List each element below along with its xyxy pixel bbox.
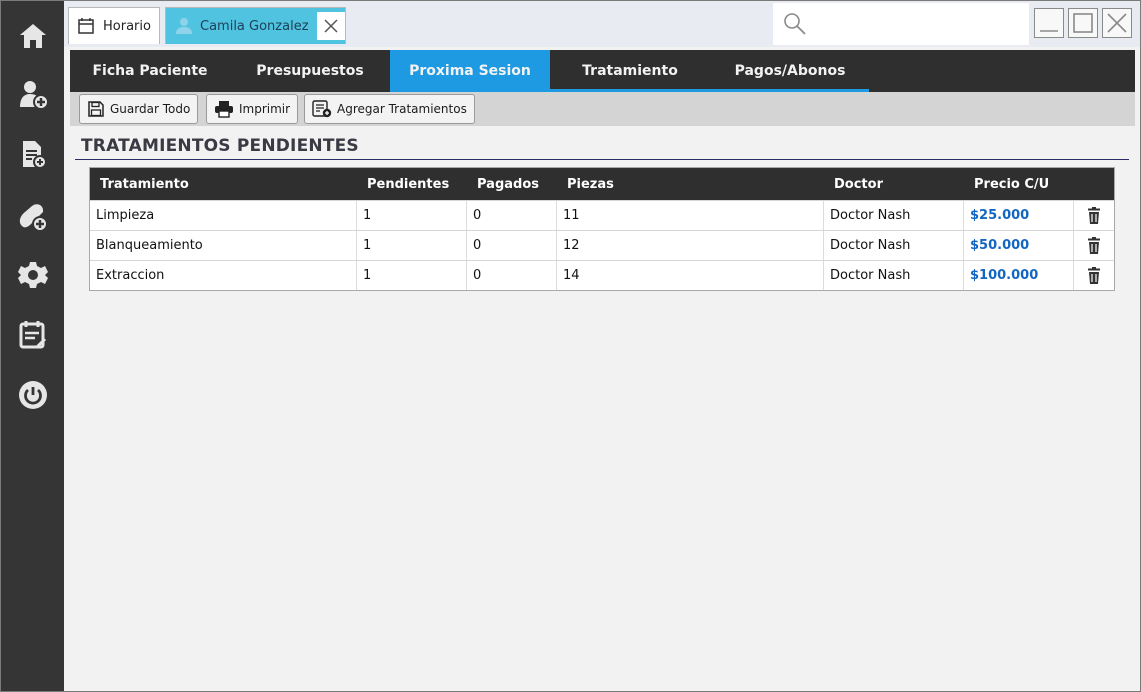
cell-doctor: Doctor Nash xyxy=(824,201,964,230)
cell-pagados: 0 xyxy=(467,261,557,290)
cell-precio: $25.000 xyxy=(964,201,1074,230)
cell-tratamiento: Blanqueamiento xyxy=(90,231,357,260)
cell-piezas: 11 xyxy=(557,201,824,230)
cell-pagados: 0 xyxy=(467,201,557,230)
cell-pendientes: 1 xyxy=(357,261,467,290)
add-document-icon[interactable] xyxy=(14,135,52,173)
tab-presupuestos[interactable]: Presupuestos xyxy=(230,50,390,92)
cell-tratamiento: Limpieza xyxy=(90,201,357,230)
add-treatments-label: Agregar Tratamientos xyxy=(337,102,467,116)
trash-icon xyxy=(1088,266,1100,284)
cell-doctor: Doctor Nash xyxy=(824,231,964,260)
printer-icon xyxy=(215,101,233,118)
module-nav: Ficha Paciente Presupuestos Proxima Sesi… xyxy=(70,50,1135,92)
column-header-precio[interactable]: Precio C/U xyxy=(964,168,1074,200)
save-all-button[interactable]: Guardar Todo xyxy=(79,94,199,124)
table-row[interactable]: Extraccion 1 0 14 Doctor Nash $100.000 xyxy=(90,260,1114,290)
cell-pendientes: 1 xyxy=(357,231,467,260)
print-button[interactable]: Imprimir xyxy=(206,94,299,124)
trash-icon xyxy=(1088,206,1100,224)
close-icon xyxy=(1107,13,1127,33)
calendar-icon xyxy=(78,18,94,34)
close-tab-button[interactable] xyxy=(317,12,345,40)
delete-row-button[interactable] xyxy=(1074,261,1114,290)
cell-doctor: Doctor Nash xyxy=(824,261,964,290)
add-treatment-icon[interactable] xyxy=(14,197,52,235)
maximize-icon xyxy=(1073,13,1093,33)
cell-precio: $50.000 xyxy=(964,231,1074,260)
column-header-pendientes[interactable]: Pendientes xyxy=(357,168,467,200)
cell-precio: $100.000 xyxy=(964,261,1074,290)
pending-treatments-table: Tratamiento Pendientes Pagados Piezas Do… xyxy=(89,167,1115,291)
maximize-button[interactable] xyxy=(1068,8,1098,38)
add-treatments-button[interactable]: Agregar Tratamientos xyxy=(304,94,475,124)
cell-piezas: 12 xyxy=(557,231,824,260)
cell-piezas: 14 xyxy=(557,261,824,290)
app-window: Horario Camila Gonzalez Ficha Paciente P… xyxy=(0,0,1141,692)
add-patient-icon[interactable] xyxy=(14,75,52,113)
search-input[interactable] xyxy=(773,3,1029,45)
tab-patient-label: Camila Gonzalez xyxy=(200,18,309,34)
trash-icon xyxy=(1088,236,1100,254)
cell-tratamiento: Extraccion xyxy=(90,261,357,290)
delete-row-button[interactable] xyxy=(1074,201,1114,230)
save-all-label: Guardar Todo xyxy=(110,102,191,116)
add-list-icon xyxy=(312,100,332,118)
section-divider xyxy=(75,159,1129,160)
column-header-tratamiento[interactable]: Tratamiento xyxy=(90,168,357,200)
close-icon xyxy=(324,19,338,33)
close-window-button[interactable] xyxy=(1102,8,1132,38)
minimize-button[interactable] xyxy=(1034,8,1064,38)
print-label: Imprimir xyxy=(239,102,291,116)
tab-horario[interactable]: Horario xyxy=(68,7,160,44)
search-icon xyxy=(784,13,806,35)
person-icon xyxy=(176,18,192,34)
settings-gear-icon[interactable] xyxy=(14,256,52,294)
tab-strip: Horario Camila Gonzalez xyxy=(64,1,1140,47)
save-icon xyxy=(88,101,104,117)
tab-horario-label: Horario xyxy=(103,18,151,34)
column-header-pagados[interactable]: Pagados xyxy=(467,168,557,200)
section-title: TRATAMIENTOS PENDIENTES xyxy=(81,136,359,156)
tab-proxima-sesion[interactable]: Proxima Sesion xyxy=(390,50,550,92)
cell-pagados: 0 xyxy=(467,231,557,260)
tab-ficha-paciente[interactable]: Ficha Paciente xyxy=(70,50,230,92)
power-icon[interactable] xyxy=(14,376,52,414)
table-row[interactable]: Limpieza 1 0 11 Doctor Nash $25.000 xyxy=(90,200,1114,230)
home-icon[interactable] xyxy=(14,17,52,55)
cell-pendientes: 1 xyxy=(357,201,467,230)
minimize-icon xyxy=(1040,30,1058,32)
tab-pagos-abonos[interactable]: Pagos/Abonos xyxy=(710,50,870,92)
column-header-piezas[interactable]: Piezas xyxy=(557,168,824,200)
delete-row-button[interactable] xyxy=(1074,231,1114,260)
toolbar: Guardar Todo Imprimir Agregar Tratamient… xyxy=(70,92,1135,126)
sidebar xyxy=(1,1,64,691)
table-header: Tratamiento Pendientes Pagados Piezas Do… xyxy=(90,168,1114,200)
tab-patient[interactable]: Camila Gonzalez xyxy=(165,7,346,44)
column-header-actions xyxy=(1074,168,1114,200)
table-row[interactable]: Blanqueamiento 1 0 12 Doctor Nash $50.00… xyxy=(90,230,1114,260)
schedule-edit-icon[interactable] xyxy=(14,316,52,354)
tab-tratamiento[interactable]: Tratamiento xyxy=(550,50,710,92)
column-header-doctor[interactable]: Doctor xyxy=(824,168,964,200)
